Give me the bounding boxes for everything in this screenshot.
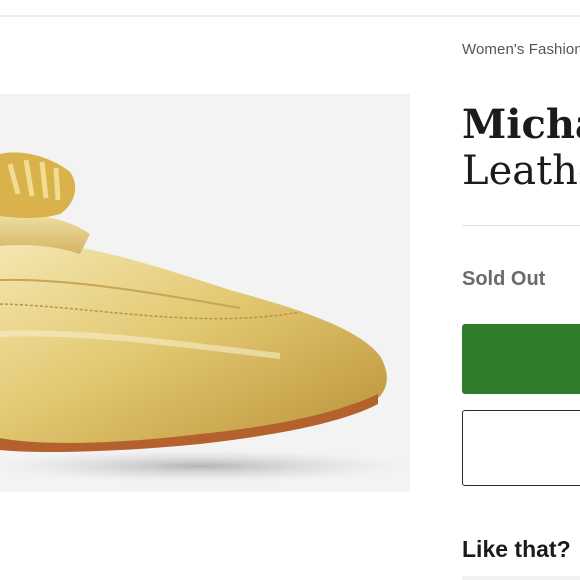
title-divider [462,225,580,226]
breadcrumb[interactable]: Women's Fashion [462,41,580,58]
secondary-action-button[interactable] [462,410,580,486]
stock-status: Sold Out [462,268,546,290]
primary-action-button[interactable] [462,324,580,394]
product-image[interactable] [0,94,410,492]
product-title: Micha Leathe [462,101,580,195]
product-title-name: Leathe [462,148,580,194]
header-divider [0,15,580,17]
recommendations-heading: Like that? [462,536,571,562]
recommendations-strip [462,576,580,580]
loafer-shoe-icon [0,152,410,482]
product-title-brand: Micha [462,101,580,148]
